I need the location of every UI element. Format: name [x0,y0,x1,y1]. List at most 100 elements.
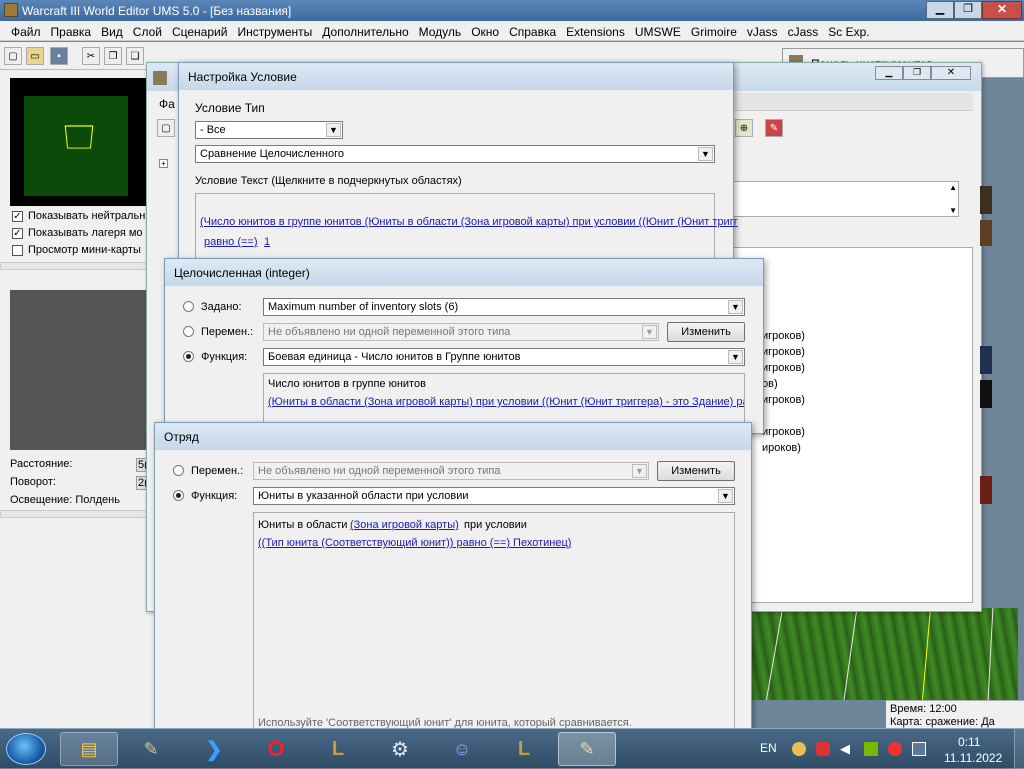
condition-type-select[interactable]: - Все ▼ [195,121,343,139]
checkbox-icon[interactable]: ✓ [12,227,23,239]
copy-icon[interactable]: ❐ [104,47,122,65]
list-item[interactable]: ироков) [762,442,801,454]
discord-icon[interactable]: ☺ [434,732,490,766]
chevron-down-icon[interactable]: ▼ [642,325,657,339]
minimap[interactable] [10,78,150,206]
equals-link[interactable]: равно (==) [204,236,258,248]
league-client-icon[interactable]: L [310,732,366,766]
menu-view[interactable]: Вид [96,21,128,40]
open-folder-icon[interactable]: ▭ [26,47,44,65]
list-item[interactable]: игроков) [762,330,805,342]
vscode-icon[interactable]: ❯ [186,732,242,766]
menu-cjass[interactable]: cJass [783,21,824,40]
trigger-comment-box[interactable]: ▲ ▼ [727,181,959,217]
scroll-down-icon[interactable]: ▼ [949,206,957,215]
world-editor-icon[interactable]: ✎ [122,732,180,766]
new-trigger-icon[interactable]: ▢ [157,119,175,137]
close-button[interactable]: ✕ [982,1,1022,19]
chevron-down-icon[interactable]: ▼ [632,464,647,478]
radio-preset[interactable] [183,301,194,312]
function-desc-link[interactable]: (Юниты в области (Зона игровой карты) пр… [268,396,744,408]
map-view[interactable] [750,608,1018,700]
menu-advanced[interactable]: Дополнительно [317,21,413,40]
trigger-maximize-button[interactable]: ❐ [903,66,931,80]
opera-icon[interactable]: O [248,732,304,766]
scroll-up-icon[interactable]: ▲ [949,183,957,192]
list-item[interactable]: ов) [762,378,778,390]
league-game-icon[interactable]: L [496,732,552,766]
trigger-menu-file[interactable]: Фа [159,97,175,111]
left-scroll2[interactable] [0,510,160,518]
new-file-icon[interactable]: ▢ [4,47,22,65]
list-item[interactable]: игроков) [762,362,805,374]
clock-date[interactable]: 11.11.2022 [944,751,1002,765]
show-desktop-button[interactable] [1014,729,1024,769]
function-select[interactable]: Боевая единица - Число юнитов в Группе ю… [263,348,745,366]
menu-file[interactable]: Файл [6,21,46,40]
menu-help[interactable]: Справка [504,21,561,40]
network-icon[interactable] [912,742,926,756]
menu-vjass[interactable]: vJass [742,21,783,40]
checkbox-icon[interactable] [12,244,23,256]
change-variable-button[interactable]: Изменить [657,461,735,481]
area-link[interactable]: (Зона игровой карты) [350,519,459,531]
menu-window[interactable]: Окно [466,21,504,40]
menu-extensions[interactable]: Extensions [561,21,630,40]
menu-layer[interactable]: Слой [128,21,167,40]
check-minimap[interactable]: Просмотр мини-карты [12,244,141,256]
variable-select[interactable]: Не объявлено ни одной переменной этого т… [263,323,659,341]
checkbox-icon[interactable]: ✓ [12,210,23,222]
minimize-button[interactable]: ▁ [926,1,954,19]
paste-icon[interactable]: ❏ [126,47,144,65]
left-scroll[interactable] [0,262,160,270]
radio-function[interactable] [173,490,184,501]
menu-module[interactable]: Модуль [414,21,467,40]
cut-icon[interactable]: ✂ [82,47,100,65]
list-item[interactable]: игроков) [762,426,805,438]
menu-grimoire[interactable]: Grimoire [686,21,742,40]
trigger-close-button[interactable]: ✕ [931,66,971,80]
menu-scenario[interactable]: Сценарий [167,21,232,40]
menu-tools[interactable]: Инструменты [232,21,317,40]
list-item[interactable]: игроков) [762,394,805,406]
condition-select[interactable]: Сравнение Целочисленного ▼ [195,145,715,163]
trigger-minimize-button[interactable]: ▁ [875,66,903,80]
menu-scexp[interactable]: Sc Exp. [823,21,874,40]
trigger-tool-icon[interactable]: ⊕ [735,119,753,137]
clock-time[interactable]: 0:11 [958,735,980,749]
start-button[interactable] [6,733,46,765]
check-camps[interactable]: ✓ Показывать лагеря мо [12,227,143,239]
tray-icon[interactable] [888,742,902,756]
chevron-down-icon[interactable]: ▼ [326,123,341,137]
condition-link[interactable]: ((Тип юнита (Соответствующий юнит)) равн… [258,537,571,549]
condition-text-link[interactable]: (Число юнитов в группе юнитов (Юниты в о… [200,216,738,228]
function-select[interactable]: Юниты в указанной области при условии ▼ [253,487,735,505]
tree-expand-icon[interactable]: + [159,159,168,168]
save-icon[interactable]: ▪ [50,47,68,65]
tray-icon[interactable] [816,742,830,756]
explorer-icon[interactable]: ▤ [60,732,118,766]
radio-variable[interactable] [173,465,184,476]
change-variable-button[interactable]: Изменить [667,322,745,342]
list-item[interactable]: игроков) [762,346,805,358]
steam-icon[interactable]: ⚙ [372,732,428,766]
menu-umswe[interactable]: UMSWE [630,21,686,40]
chevron-down-icon[interactable]: ▼ [728,350,743,364]
radio-variable[interactable] [183,326,194,337]
check-neutral[interactable]: ✓ Показывать нейтральн [12,210,145,222]
trigger-tool2-icon[interactable]: ✎ [765,119,783,137]
chevron-down-icon[interactable]: ▼ [728,300,743,314]
world-editor-active-icon[interactable]: ✎ [558,732,616,766]
value-link[interactable]: 1 [264,236,270,248]
tray-icon[interactable] [792,742,806,756]
chevron-down-icon[interactable]: ▼ [698,147,713,161]
volume-icon[interactable]: ◀ [840,741,850,757]
preset-select[interactable]: Maximum number of inventory slots (6) ▼ [263,298,745,316]
variable-select[interactable]: Не объявлено ни одной переменной этого т… [253,462,649,480]
nvidia-icon[interactable] [864,742,878,756]
chevron-down-icon[interactable]: ▼ [718,489,733,503]
menu-edit[interactable]: Правка [46,21,97,40]
maximize-button[interactable]: ❐ [954,1,982,19]
radio-function[interactable] [183,351,194,362]
language-indicator[interactable]: EN [760,741,777,755]
